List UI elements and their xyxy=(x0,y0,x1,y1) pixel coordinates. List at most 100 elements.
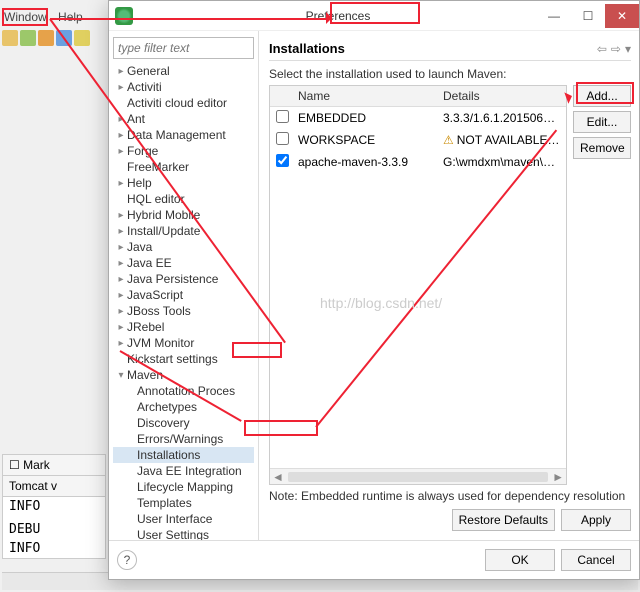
eclipse-toolbar xyxy=(2,30,90,46)
tree-item-label: Kickstart settings xyxy=(127,352,218,366)
tree-item-javascript[interactable]: ▸JavaScript xyxy=(113,287,254,303)
menu-help[interactable]: Help xyxy=(58,10,83,24)
tree-item-activiti-cloud-editor[interactable]: Activiti cloud editor xyxy=(113,95,254,111)
tree-item-label: JavaScript xyxy=(127,288,183,302)
table-row[interactable]: apache-maven-3.3.9G:\wmdxm\maven\apache-… xyxy=(270,151,566,173)
add-button[interactable]: Add... xyxy=(573,85,631,107)
toolbar-icon[interactable] xyxy=(38,30,54,46)
tree-item-maven[interactable]: ▾Maven xyxy=(113,367,254,383)
apply-button[interactable]: Apply xyxy=(561,509,631,531)
row-checkbox[interactable] xyxy=(276,110,289,123)
maximize-button[interactable]: ☐ xyxy=(571,4,605,28)
preferences-tree[interactable]: ▸General▸ActivitiActiviti cloud editor▸A… xyxy=(113,63,254,540)
tree-item-java[interactable]: ▸Java xyxy=(113,239,254,255)
tree-item-jvm-monitor[interactable]: ▸JVM Monitor xyxy=(113,335,254,351)
table-row[interactable]: WORKSPACE⚠NOT AVAILABLE [3.0,) xyxy=(270,129,566,151)
tree-item-installations[interactable]: Installations xyxy=(113,447,254,463)
tree-item-archetypes[interactable]: Archetypes xyxy=(113,399,254,415)
chevron-right-icon: ▸ xyxy=(115,306,127,317)
table-row[interactable]: EMBEDDED3.3.3/1.6.1.20150625-2337 xyxy=(270,107,566,129)
chevron-right-icon: ▸ xyxy=(115,114,127,125)
preferences-dialog: Preferences — ☐ ✕ ▸General▸ActivitiActiv… xyxy=(108,0,640,580)
cancel-button[interactable]: Cancel xyxy=(561,549,631,571)
row-details: ⚠NOT AVAILABLE [3.0,) xyxy=(437,130,566,150)
servers-tab[interactable]: Tomcat v xyxy=(3,476,105,497)
restore-defaults-button[interactable]: Restore Defaults xyxy=(452,509,555,531)
tree-item-data-management[interactable]: ▸Data Management xyxy=(113,127,254,143)
tree-item-label: Lifecycle Mapping xyxy=(137,480,233,494)
tree-item-java-ee-integration[interactable]: Java EE Integration xyxy=(113,463,254,479)
scroll-left-icon[interactable]: ◄ xyxy=(272,470,284,484)
tree-item-help[interactable]: ▸Help xyxy=(113,175,254,191)
row-details: 3.3.3/1.6.1.20150625-2337 xyxy=(437,108,566,128)
tree-item-label: Errors/Warnings xyxy=(137,432,223,446)
filter-input[interactable] xyxy=(113,37,254,59)
markers-tab[interactable]: ☐ Mark xyxy=(3,455,105,476)
toolbar-icon[interactable] xyxy=(2,30,18,46)
menu-window[interactable]: Window xyxy=(4,10,47,24)
tree-item-templates[interactable]: Templates xyxy=(113,495,254,511)
tree-item-discovery[interactable]: Discovery xyxy=(113,415,254,431)
tree-item-label: Install/Update xyxy=(127,224,200,238)
back-icon[interactable]: ⇦ xyxy=(597,42,607,56)
scroll-right-icon[interactable]: ► xyxy=(552,470,564,484)
tree-item-ant[interactable]: ▸Ant xyxy=(113,111,254,127)
toolbar-icon[interactable] xyxy=(20,30,36,46)
row-name: apache-maven-3.3.9 xyxy=(292,152,437,172)
tree-item-java-ee[interactable]: ▸Java EE xyxy=(113,255,254,271)
column-name[interactable]: Name xyxy=(292,86,437,106)
ok-button[interactable]: OK xyxy=(485,549,555,571)
chevron-right-icon: ▸ xyxy=(115,274,127,285)
row-name: WORKSPACE xyxy=(292,130,437,150)
dialog-titlebar: Preferences — ☐ ✕ xyxy=(109,1,639,31)
tree-item-general[interactable]: ▸General xyxy=(113,63,254,79)
forward-icon[interactable]: ⇨ xyxy=(611,42,621,56)
dialog-icon xyxy=(115,7,133,25)
tree-item-label: Ant xyxy=(127,112,145,126)
row-details: G:\wmdxm\maven\apache-m xyxy=(437,152,566,172)
chevron-right-icon: ▸ xyxy=(115,338,127,349)
tree-item-forge[interactable]: ▸Forge xyxy=(113,143,254,159)
warning-icon: ⚠ xyxy=(443,133,454,147)
tree-item-label: User Interface xyxy=(137,512,212,526)
tree-item-annotation-proces[interactable]: Annotation Proces xyxy=(113,383,254,399)
console-line: DEBU xyxy=(3,520,105,539)
tree-item-label: Java EE xyxy=(127,256,172,270)
tree-item-hybrid-mobile[interactable]: ▸Hybrid Mobile xyxy=(113,207,254,223)
chevron-right-icon: ▸ xyxy=(115,130,127,141)
console-line: INFO xyxy=(3,497,105,516)
tree-item-user-settings[interactable]: User Settings xyxy=(113,527,254,540)
tree-item-jrebel[interactable]: ▸JRebel xyxy=(113,319,254,335)
tree-item-label: JBoss Tools xyxy=(127,304,191,318)
tree-item-jboss-tools[interactable]: ▸JBoss Tools xyxy=(113,303,254,319)
help-icon[interactable]: ? xyxy=(117,550,137,570)
row-checkbox[interactable] xyxy=(276,132,289,145)
minimize-button[interactable]: — xyxy=(537,4,571,28)
row-checkbox[interactable] xyxy=(276,154,289,167)
tree-item-install-update[interactable]: ▸Install/Update xyxy=(113,223,254,239)
menu-dropdown-icon[interactable]: ▾ xyxy=(625,42,631,56)
page-description: Select the installation used to launch M… xyxy=(269,67,631,81)
tree-item-errors-warnings[interactable]: Errors/Warnings xyxy=(113,431,254,447)
tree-item-user-interface[interactable]: User Interface xyxy=(113,511,254,527)
tree-item-label: HQL editor xyxy=(127,192,185,206)
toolbar-icon[interactable] xyxy=(56,30,72,46)
remove-button[interactable]: Remove xyxy=(573,137,631,159)
tree-item-lifecycle-mapping[interactable]: Lifecycle Mapping xyxy=(113,479,254,495)
chevron-right-icon: ▸ xyxy=(115,290,127,301)
horizontal-scrollbar[interactable]: ◄ ► xyxy=(270,468,566,484)
toolbar-icon[interactable] xyxy=(74,30,90,46)
tree-item-java-persistence[interactable]: ▸Java Persistence xyxy=(113,271,254,287)
tree-item-kickstart-settings[interactable]: Kickstart settings xyxy=(113,351,254,367)
tree-item-label: Activiti xyxy=(127,80,162,94)
close-button[interactable]: ✕ xyxy=(605,4,639,28)
page-title: Installations xyxy=(269,41,597,56)
edit-button[interactable]: Edit... xyxy=(573,111,631,133)
tree-item-freemarker[interactable]: FreeMarker xyxy=(113,159,254,175)
tree-item-activiti[interactable]: ▸Activiti xyxy=(113,79,254,95)
tree-item-hql-editor[interactable]: HQL editor xyxy=(113,191,254,207)
note-text: Note: Embedded runtime is always used fo… xyxy=(269,489,631,503)
column-details[interactable]: Details xyxy=(437,86,566,106)
row-name: EMBEDDED xyxy=(292,108,437,128)
eclipse-menubar: Window Help xyxy=(4,10,91,24)
